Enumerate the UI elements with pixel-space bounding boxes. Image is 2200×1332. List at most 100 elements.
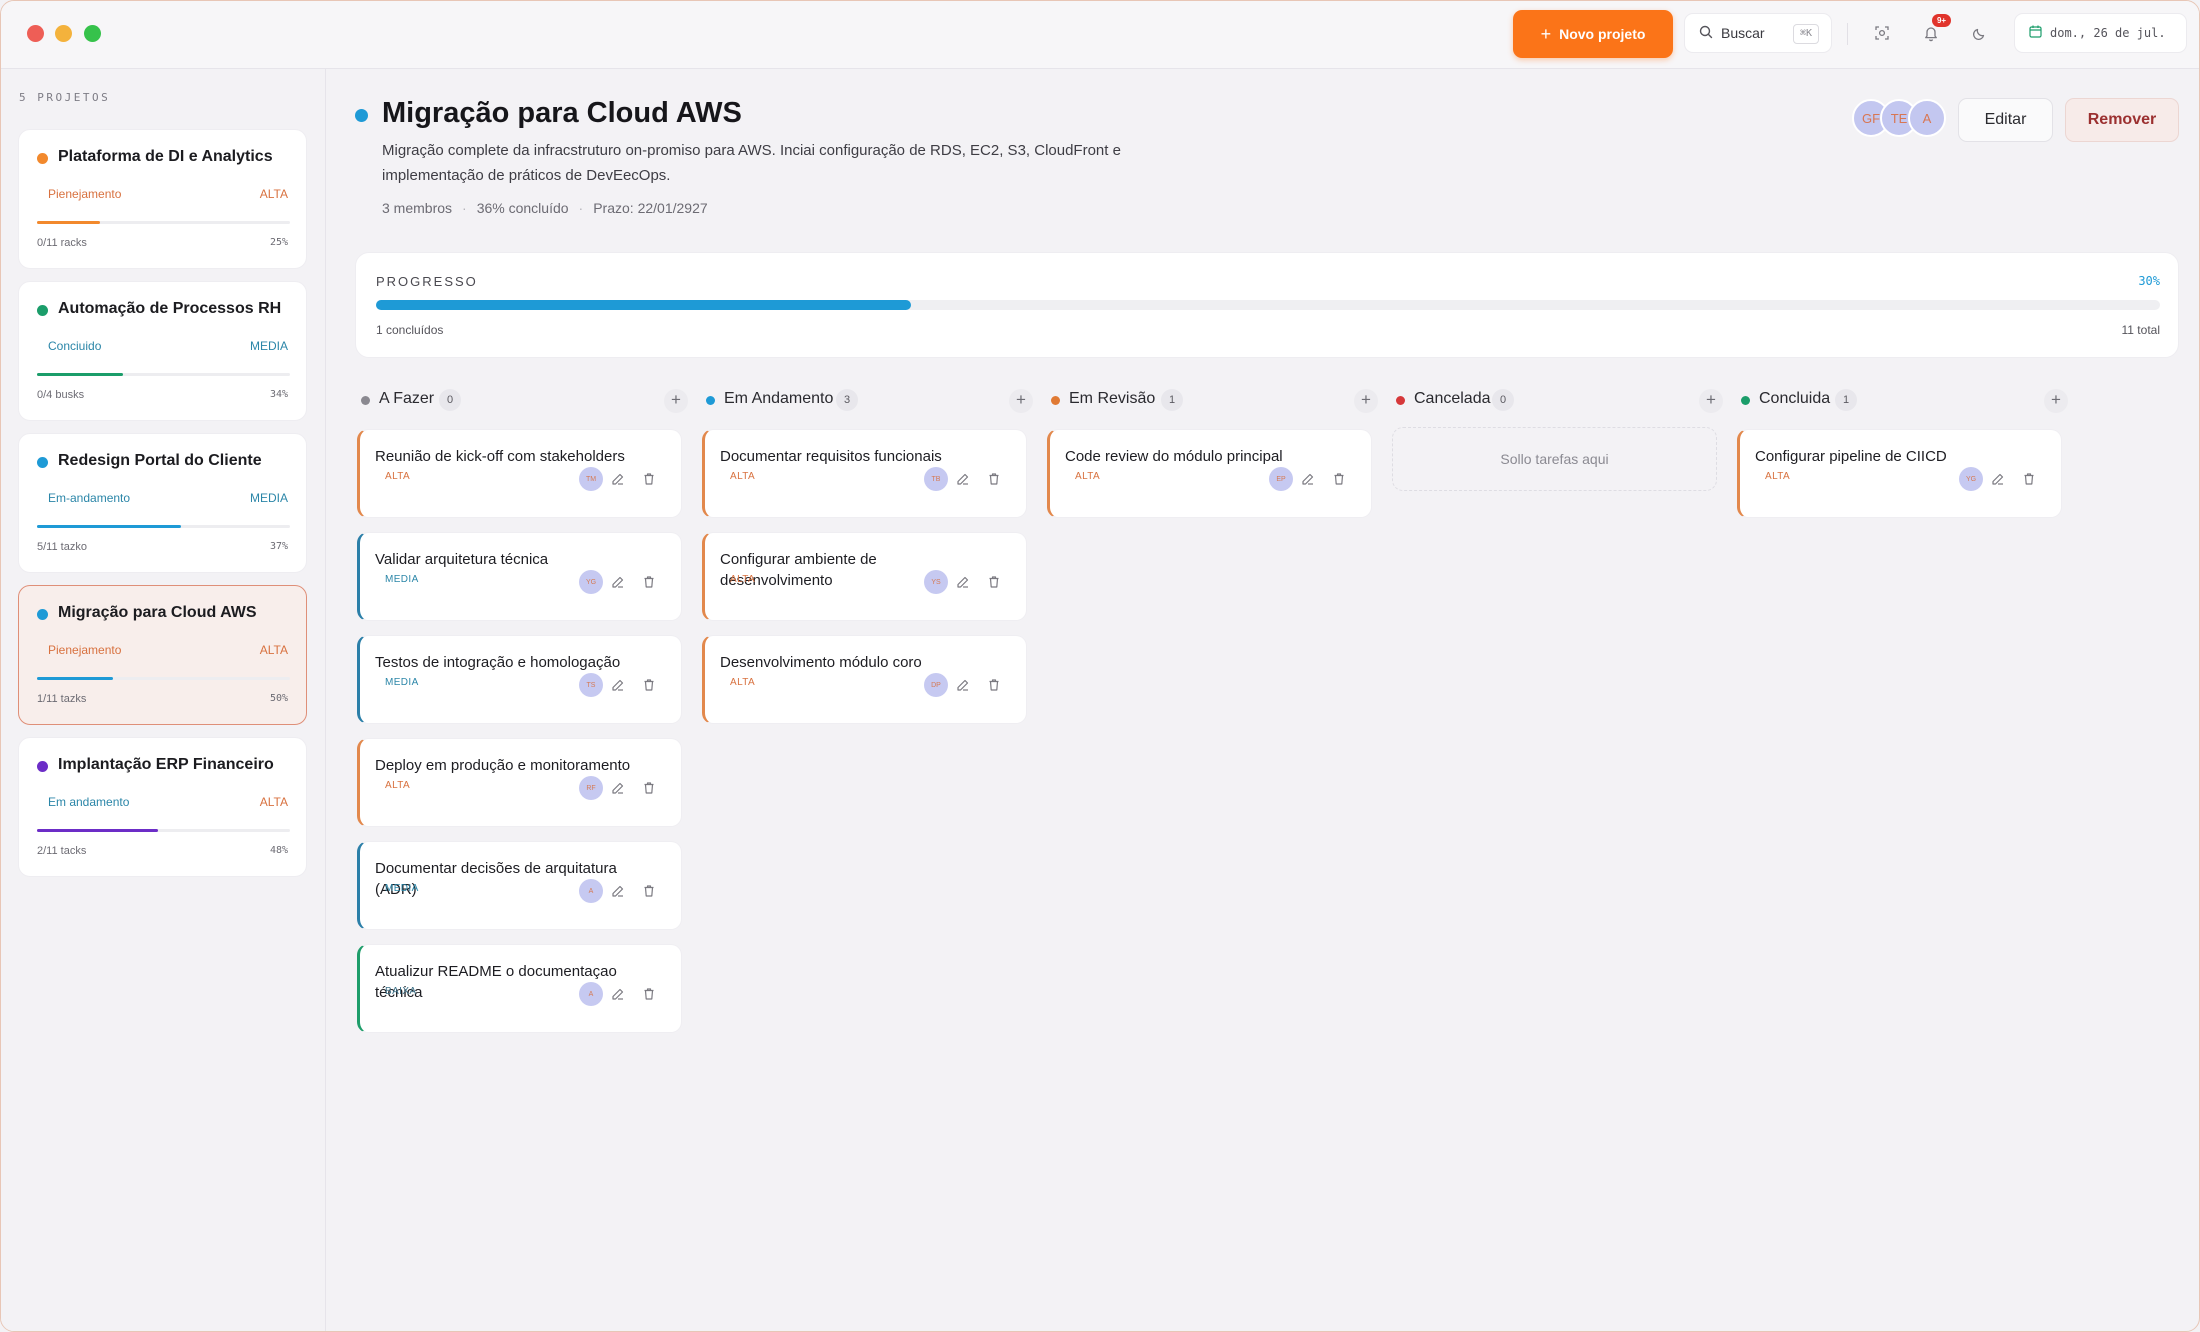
project-card[interactable]: Migração para Cloud AWS Pienejamento ALT… (18, 585, 307, 725)
trash-icon[interactable] (642, 678, 656, 692)
search-shortcut: ⌘K (1792, 24, 1819, 44)
project-status: Em-andamento (48, 491, 131, 505)
edit-icon[interactable] (611, 678, 625, 692)
search-label: Buscar (1721, 25, 1765, 41)
edit-icon[interactable] (1301, 472, 1315, 486)
avatar[interactable]: A (1908, 99, 1946, 137)
task-priority: ALTA (385, 780, 411, 791)
column-count: 1 (1835, 389, 1857, 411)
task-title: Testos de intogração e homologação (375, 654, 621, 671)
task-title: Configurar ambiente de desenvolvimento (720, 551, 877, 589)
project-dot (37, 761, 48, 772)
project-card[interactable]: Implantação ERP Financeiro Em andamento … (18, 737, 307, 877)
edit-icon[interactable] (611, 884, 625, 898)
avatar[interactable]: RF (579, 776, 603, 800)
progress-panel: PROGRESSO 30% 1 concluídos 11 total (355, 252, 2179, 358)
close-window-button[interactable] (27, 25, 44, 42)
screenshot-icon[interactable] (1870, 21, 1894, 45)
completed-count: 1 concluídos (376, 323, 444, 337)
task-card[interactable]: Documentar requisitos funcionais ALTA TB (702, 429, 1027, 518)
add-task-button[interactable]: + (1009, 389, 1033, 413)
task-priority: MEDIA (385, 677, 419, 688)
trash-icon[interactable] (642, 575, 656, 589)
task-card[interactable]: Deploy em produção e monitoramento ALTA … (357, 738, 682, 827)
total-count: 11 total (2121, 323, 2160, 337)
edit-icon[interactable] (1991, 472, 2005, 486)
avatar[interactable]: TM (579, 467, 603, 491)
trash-icon[interactable] (642, 472, 656, 486)
task-card[interactable]: Documentar decisões de arquitatura (ADR)… (357, 841, 682, 930)
project-dot (37, 457, 48, 468)
add-task-button[interactable]: + (1699, 389, 1723, 413)
trash-icon[interactable] (2022, 472, 2036, 486)
add-task-button[interactable]: + (2044, 389, 2068, 413)
add-task-button[interactable]: + (1354, 389, 1378, 413)
avatar[interactable]: TS (579, 673, 603, 697)
search-button[interactable]: Buscar ⌘K (1684, 13, 1832, 53)
edit-icon[interactable] (956, 678, 970, 692)
project-task-count: 1/11 tazks (37, 693, 87, 705)
edit-icon[interactable] (611, 987, 625, 1001)
task-card[interactable]: Atualizur README o documentaçao técnica … (357, 944, 682, 1033)
project-progress-track (37, 373, 290, 376)
trash-icon[interactable] (642, 884, 656, 898)
project-percent: 25% (269, 237, 288, 248)
avatar[interactable]: YG (579, 570, 603, 594)
project-progress-track (37, 525, 290, 528)
moon-icon[interactable] (1967, 21, 1991, 45)
minimize-window-button[interactable] (55, 25, 72, 42)
remove-button[interactable]: Remover (2065, 98, 2179, 142)
trash-icon[interactable] (642, 987, 656, 1001)
column-count: 0 (439, 389, 461, 411)
task-card[interactable]: Reunião de kick-off com stakeholders ALT… (357, 429, 682, 518)
progress-track (376, 300, 2160, 310)
empty-drop-zone[interactable]: Sollo tarefas aqui (1392, 427, 1717, 491)
trash-icon[interactable] (642, 781, 656, 795)
trash-icon[interactable] (987, 575, 1001, 589)
date-display[interactable]: dom., 26 de jul. (2014, 13, 2187, 53)
task-card[interactable]: Validar arquitetura técnica MEDIA YG (357, 532, 682, 621)
column-header: Cancelada 0 + (1392, 384, 1723, 416)
progress-percent: 30% (2138, 274, 2160, 288)
project-priority: ALTA (259, 795, 288, 809)
project-card[interactable]: Plataforma de DI e Analytics Pienejament… (18, 129, 307, 269)
edit-icon[interactable] (611, 472, 625, 486)
project-task-count: 2/11 tacks (37, 845, 87, 857)
project-card[interactable]: Redesign Portal do Cliente Em-andamento … (18, 433, 307, 573)
task-card[interactable]: Code review do módulo principal ALTA EP (1047, 429, 1372, 518)
avatar[interactable]: TB (924, 467, 948, 491)
avatar[interactable]: YG (1959, 467, 1983, 491)
edit-icon[interactable] (956, 472, 970, 486)
avatar[interactable]: A (579, 982, 603, 1006)
task-card[interactable]: Configurar pipeline de CIICD ALTA YG (1737, 429, 2062, 518)
project-status-dot (355, 109, 368, 122)
avatar[interactable]: EP (1269, 467, 1293, 491)
edit-icon[interactable] (611, 575, 625, 589)
edit-icon[interactable] (611, 781, 625, 795)
avatar[interactable]: DP (924, 673, 948, 697)
sidebar: 5 PROJETOS Plataforma de DI e Analytics … (1, 69, 326, 1331)
edit-icon[interactable] (956, 575, 970, 589)
project-priority: ALTA (259, 187, 288, 201)
add-task-button[interactable]: + (664, 389, 688, 413)
trash-icon[interactable] (987, 678, 1001, 692)
new-project-button[interactable]: + Novo projeto (1513, 10, 1673, 58)
task-card[interactable]: Testos de intogração e homologação MEDIA… (357, 635, 682, 724)
project-dot (37, 609, 48, 620)
maximize-window-button[interactable] (84, 25, 101, 42)
task-card[interactable]: Desenvolvimento módulo coro ALTA DP (702, 635, 1027, 724)
avatar[interactable]: A (579, 879, 603, 903)
avatar[interactable]: YS (924, 570, 948, 594)
project-percent: 37% (269, 541, 288, 552)
project-card[interactable]: Automação de Processos RH Conciuido MEDI… (18, 281, 307, 421)
column-name: Concluida (1759, 390, 1831, 407)
task-title: Documentar requisitos funcionais (720, 448, 942, 465)
project-status: Pienejamento (48, 187, 122, 201)
project-progress-fill (37, 829, 159, 832)
trash-icon[interactable] (1332, 472, 1346, 486)
project-priority: MEDIA (249, 491, 288, 505)
edit-button[interactable]: Editar (1958, 98, 2053, 142)
member-avatars[interactable]: GF TE A (1852, 99, 1948, 139)
task-card[interactable]: Configurar ambiente de desenvolvimento A… (702, 532, 1027, 621)
trash-icon[interactable] (987, 472, 1001, 486)
